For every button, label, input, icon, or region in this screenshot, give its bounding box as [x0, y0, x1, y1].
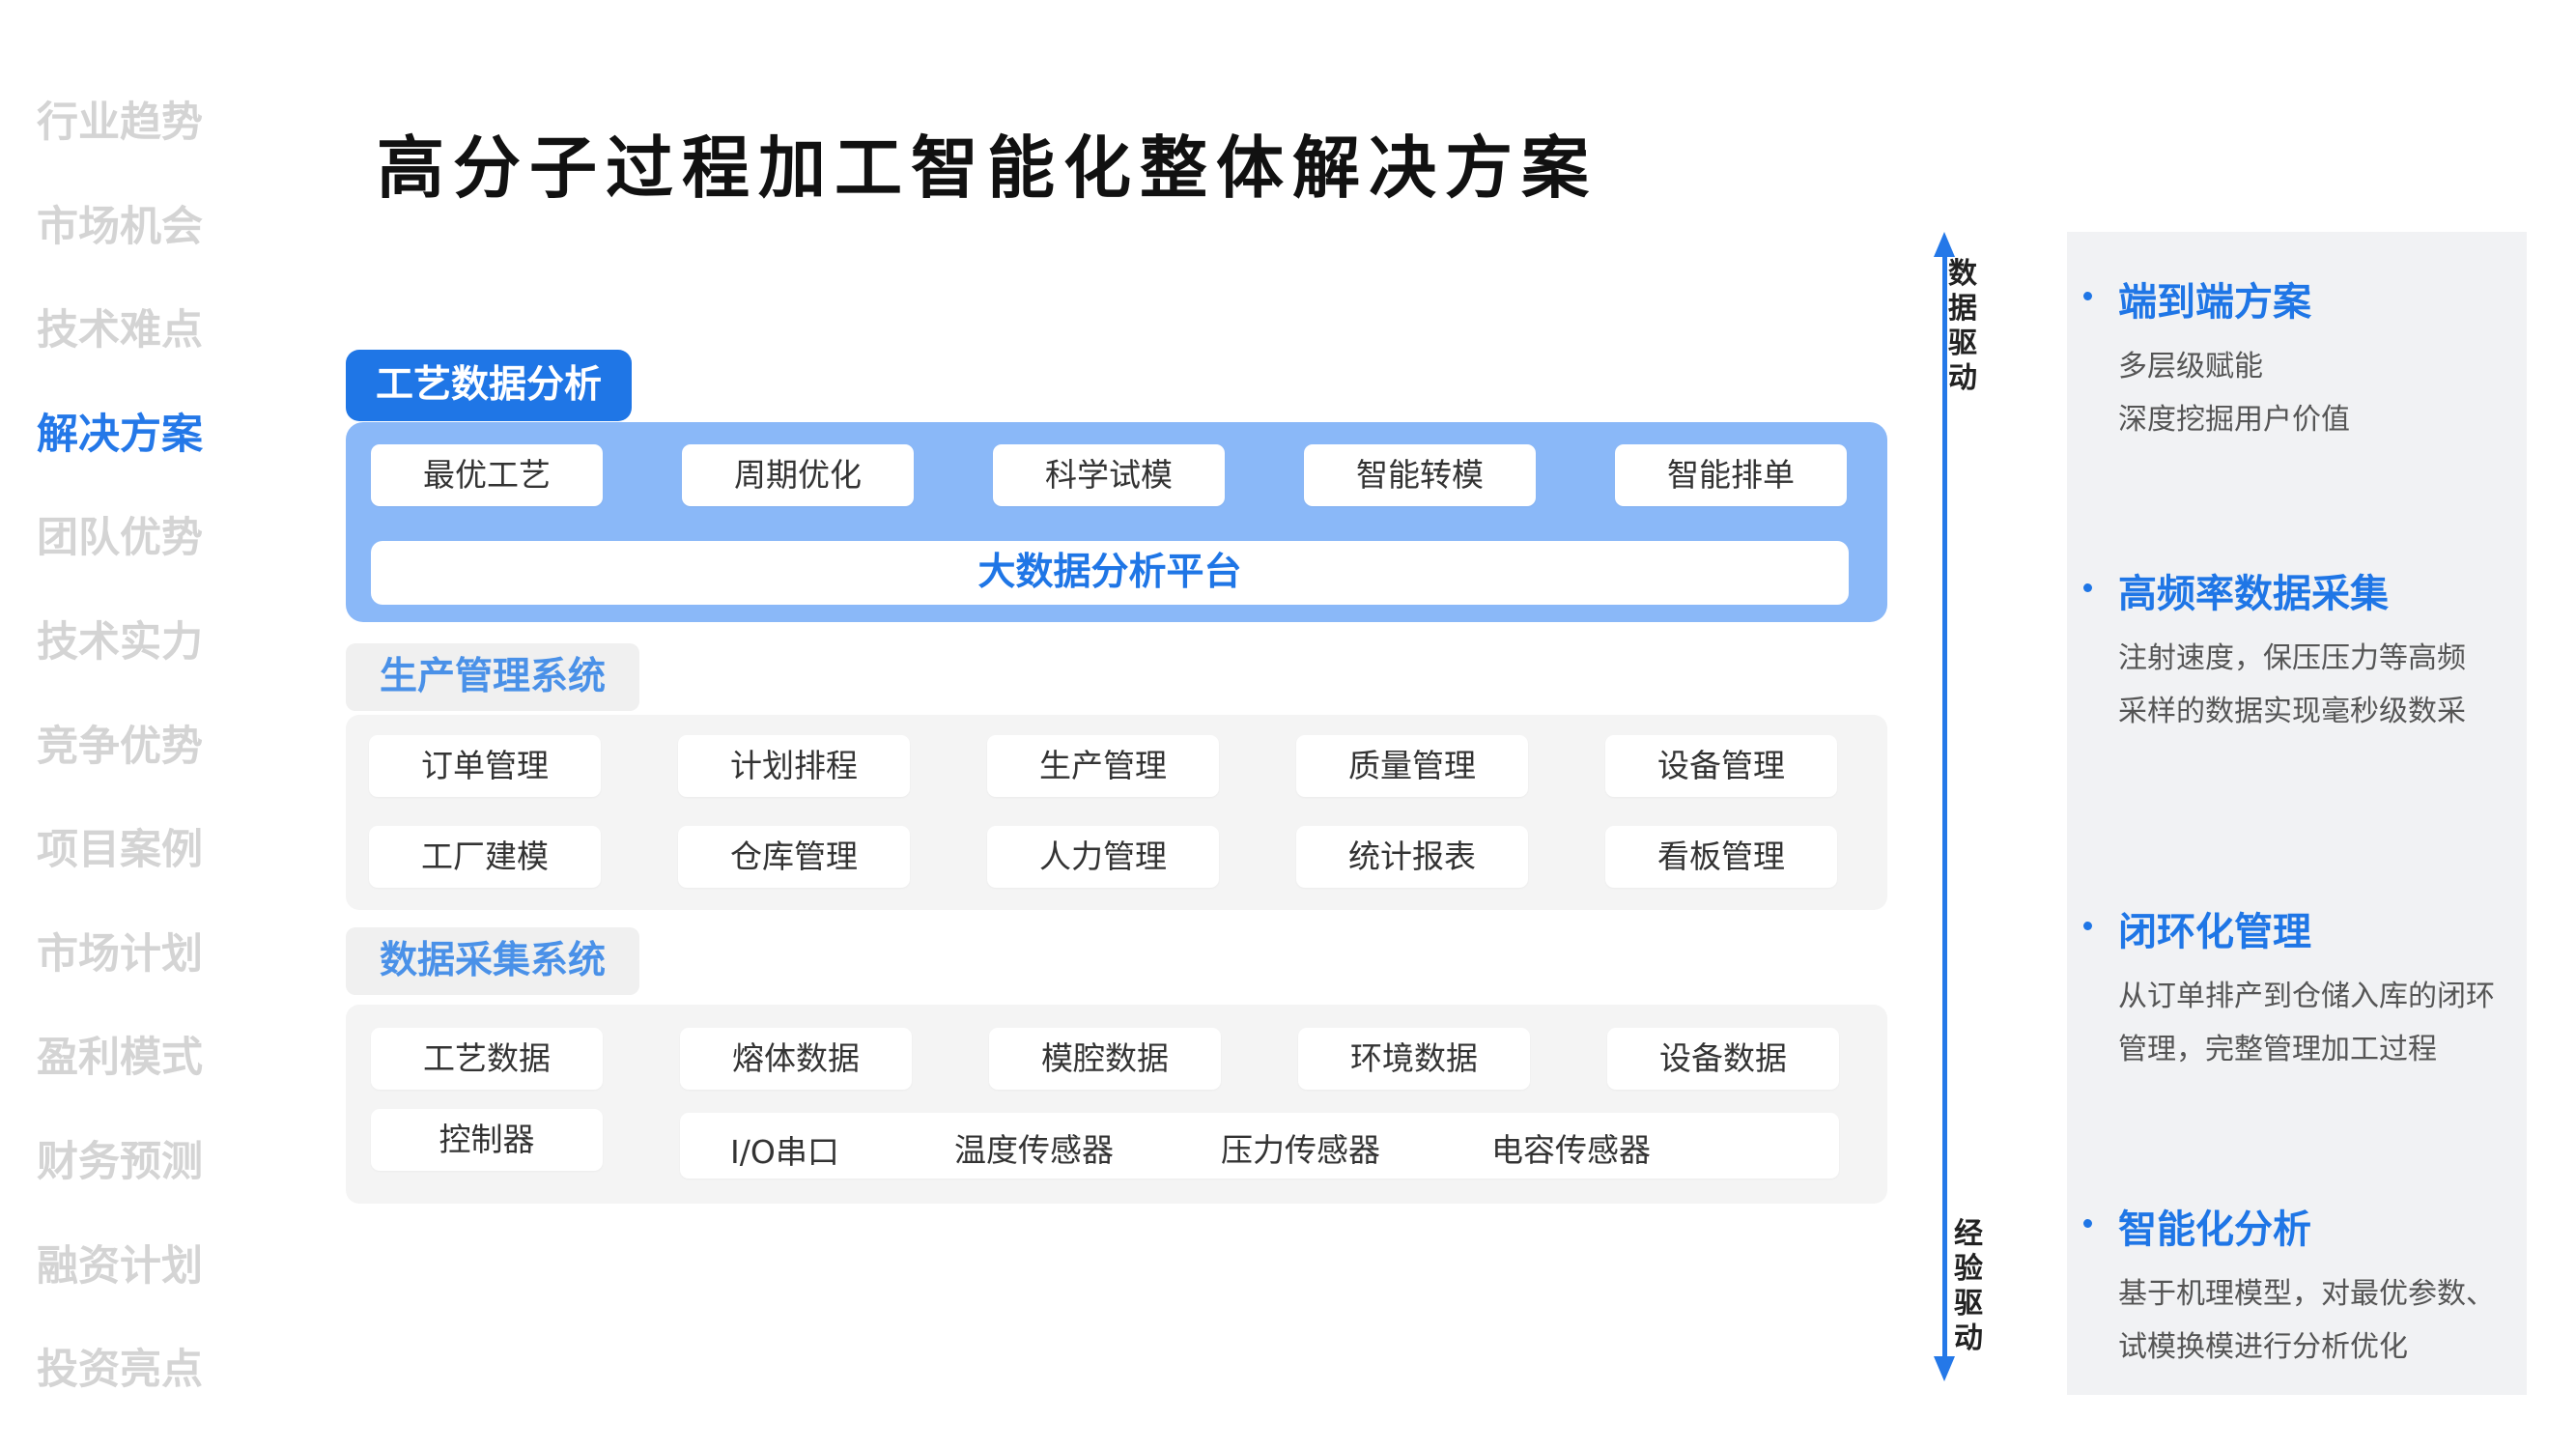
feature-line: 多层级赋能 — [2118, 350, 2263, 384]
feature-description: 基于机理模型，对最优参数、 试模换模进行分析优化 — [2081, 1267, 2516, 1374]
axis-label-data-driven: 数据驱动 — [1948, 257, 1977, 395]
nav-item-competitive-advantage[interactable]: 竞争优势 — [37, 717, 269, 821]
nav-item-project-cases[interactable]: 项目案例 — [37, 820, 269, 924]
nav-item-technical-difficulty[interactable]: 技术难点 — [37, 300, 269, 405]
axis-label-experience-driven: 经验驱动 — [1954, 1217, 1983, 1355]
feature-description: 注射速度，保压压力等高频 采样的数据实现毫秒级数采 — [2081, 632, 2516, 738]
nav-item-market-opportunity[interactable]: 市场机会 — [37, 197, 269, 301]
chip-cycle-optimization: 周期优化 — [682, 444, 914, 506]
interface-io-serial: I/O串口 — [730, 1133, 839, 1171]
chip-scientific-molding: 科学试模 — [993, 444, 1225, 506]
feature-high-frequency-collection: 高频率数据采集 注射速度，保压压力等高频 采样的数据实现毫秒级数采 — [2081, 562, 2516, 738]
feature-title: 端到端方案 — [2081, 270, 2516, 327]
interface-capacitance-sensor: 电容传感器 — [1491, 1131, 1651, 1169]
nav-item-market-plan[interactable]: 市场计划 — [37, 924, 269, 1029]
feature-title: 高频率数据采集 — [2081, 562, 2516, 618]
nav-item-solution[interactable]: 解决方案 — [37, 405, 269, 509]
feature-end-to-end: 端到端方案 多层级赋能 深度挖掘用户价值 — [2081, 270, 2516, 446]
chip-smart-mold-change: 智能转模 — [1304, 444, 1536, 506]
bullet-icon — [2083, 1219, 2092, 1228]
feature-description: 多层级赋能 深度挖掘用户价值 — [2081, 340, 2516, 446]
feature-line: 基于机理模型，对最优参数、 — [2118, 1277, 2495, 1311]
page-title: 高分子过程加工智能化整体解决方案 — [377, 128, 1598, 208]
interface-pressure-sensor: 压力传感器 — [1221, 1131, 1380, 1169]
chip-statistics-report: 统计报表 — [1296, 826, 1528, 888]
feature-line: 采样的数据实现毫秒级数采 — [2118, 695, 2466, 728]
feature-title-text: 智能化分析 — [2118, 1208, 2311, 1252]
nav-item-technical-strength[interactable]: 技术实力 — [37, 612, 269, 717]
nav-item-team-advantage[interactable]: 团队优势 — [37, 508, 269, 612]
feature-title-text: 高频率数据采集 — [2118, 572, 2389, 616]
feature-line: 从订单排产到仓储入库的闭环 — [2118, 980, 2495, 1013]
bullet-icon — [2083, 583, 2092, 592]
feature-closed-loop-management: 闭环化管理 从订单排产到仓储入库的闭环 管理，完整管理加工过程 — [2081, 900, 2516, 1076]
feature-line: 试模换模进行分析优化 — [2118, 1330, 2408, 1364]
nav-item-profit-model[interactable]: 盈利模式 — [37, 1028, 269, 1132]
feature-title: 智能化分析 — [2081, 1198, 2516, 1254]
side-nav: 行业趋势 市场机会 技术难点 解决方案 团队优势 技术实力 竞争优势 项目案例 … — [37, 93, 269, 1444]
feature-title: 闭环化管理 — [2081, 900, 2516, 956]
chip-order-management: 订单管理 — [369, 735, 601, 797]
feature-description: 从订单排产到仓储入库的闭环 管理，完整管理加工过程 — [2081, 970, 2516, 1076]
arrow-down-icon — [1934, 1356, 1955, 1381]
data-collection-label: 数据采集系统 — [346, 927, 639, 995]
nav-item-industry-trend[interactable]: 行业趋势 — [37, 93, 269, 197]
interface-temperature-sensor: 温度传感器 — [954, 1131, 1114, 1169]
chip-smart-scheduling: 智能排单 — [1615, 444, 1847, 506]
feature-line: 注射速度，保压压力等高频 — [2118, 641, 2466, 675]
bullet-icon — [2083, 292, 2092, 300]
nav-item-financial-forecast[interactable]: 财务预测 — [37, 1132, 269, 1236]
drive-axis-line — [1942, 253, 1947, 1362]
nav-item-financing-plan[interactable]: 融资计划 — [37, 1236, 269, 1341]
chip-cavity-data: 模腔数据 — [989, 1028, 1221, 1090]
feature-title-text: 闭环化管理 — [2118, 910, 2311, 954]
bullet-icon — [2083, 922, 2092, 930]
chip-equipment-management: 设备管理 — [1605, 735, 1837, 797]
chip-environment-data: 环境数据 — [1298, 1028, 1530, 1090]
feature-line: 深度挖掘用户价值 — [2118, 403, 2350, 437]
feature-line: 管理，完整管理加工过程 — [2118, 1033, 2437, 1066]
chip-controller: 控制器 — [371, 1109, 603, 1171]
chip-hr-management: 人力管理 — [987, 826, 1219, 888]
chip-factory-modeling: 工厂建模 — [369, 826, 601, 888]
process-analysis-label: 工艺数据分析 — [346, 350, 632, 421]
chip-optimal-process: 最优工艺 — [371, 444, 603, 506]
chip-process-data: 工艺数据 — [371, 1028, 603, 1090]
production-management-label: 生产管理系统 — [346, 643, 639, 711]
chip-melt-data: 熔体数据 — [680, 1028, 912, 1090]
chip-equipment-data: 设备数据 — [1607, 1028, 1839, 1090]
chip-quality-management: 质量管理 — [1296, 735, 1528, 797]
feature-title-text: 端到端方案 — [2118, 280, 2311, 325]
chip-dashboard-management: 看板管理 — [1605, 826, 1837, 888]
chip-production-management: 生产管理 — [987, 735, 1219, 797]
big-data-platform: 大数据分析平台 — [371, 541, 1849, 605]
chip-warehouse-management: 仓库管理 — [678, 826, 910, 888]
nav-item-investment-highlights[interactable]: 投资亮点 — [37, 1340, 269, 1444]
feature-smart-analysis: 智能化分析 基于机理模型，对最优参数、 试模换模进行分析优化 — [2081, 1198, 2516, 1374]
chip-plan-scheduling: 计划排程 — [678, 735, 910, 797]
